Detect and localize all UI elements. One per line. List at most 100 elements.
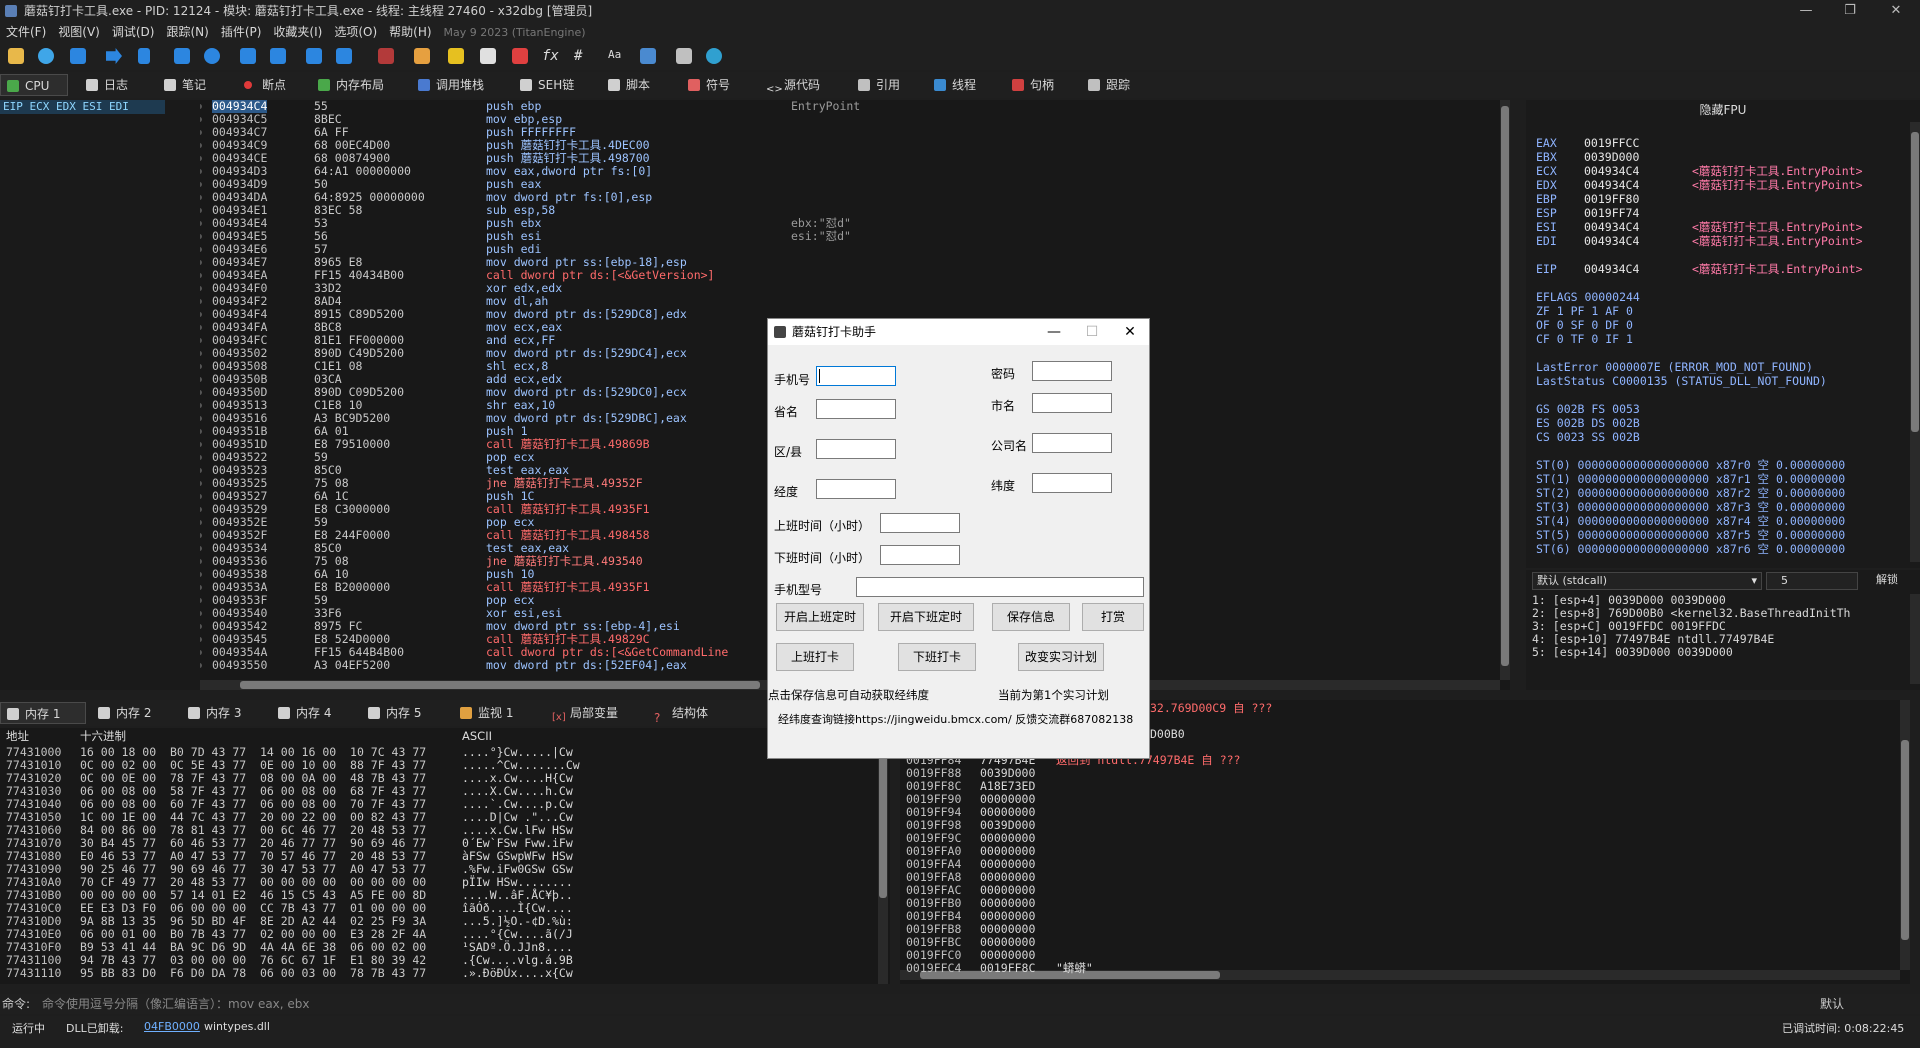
breakpoint-dot[interactable] — [200, 104, 202, 109]
register-row[interactable]: ST(5) 0000000000000000000 x87r5 空 0.0000… — [1536, 528, 1845, 542]
register-row[interactable]: ESI 004934C4 <蘑菇钉打卡工具.EntryPoint> — [1536, 220, 1863, 234]
breakpoint-dot[interactable] — [200, 494, 202, 499]
register-row[interactable]: ES 002B DS 002B — [1536, 416, 1640, 430]
breakpoint-dot[interactable] — [200, 195, 202, 200]
menu-options[interactable]: 选项(O) — [328, 22, 383, 42]
breakpoint-dot[interactable] — [200, 481, 202, 486]
menu-view[interactable]: 视图(V) — [52, 22, 106, 42]
password-input[interactable] — [1032, 361, 1112, 381]
end-timer-button[interactable]: 开启下班定时 — [878, 603, 974, 631]
tab-dump-1[interactable]: 内存 1 — [0, 702, 86, 724]
bookmarks-icon[interactable] — [512, 48, 528, 64]
disasm-row[interactable]: 004934C7 6A FF push FFFFFFFF — [200, 126, 1500, 139]
calculator-icon[interactable] — [676, 48, 692, 64]
tab-dump-3[interactable]: 内存 3 — [182, 702, 268, 724]
clock-out-button[interactable]: 下班打卡 — [898, 643, 976, 671]
stack-hscroll[interactable] — [900, 970, 1900, 980]
register-row[interactable]: ST(3) 0000000000000000000 x87r3 空 0.0000… — [1536, 500, 1845, 514]
step-into-icon[interactable] — [174, 48, 190, 64]
breakpoint-dot[interactable] — [200, 169, 202, 174]
tab-notes[interactable]: 笔记 — [158, 74, 228, 96]
tab-log[interactable]: 日志 — [80, 74, 150, 96]
breakpoint-dot[interactable] — [200, 260, 202, 265]
end-hour-input[interactable] — [880, 545, 960, 565]
tab-references[interactable]: 引用 — [852, 74, 922, 96]
memory-dump[interactable]: 地址 十六进制 ASCII 77431000 16 00 18 00 B0 7D … — [0, 728, 890, 984]
tip-button[interactable]: 打赏 — [1082, 603, 1144, 631]
disasm-row[interactable]: 004934C4 55 push ebp EntryPoint — [200, 100, 1500, 113]
register-row[interactable]: GS 002B FS 0053 — [1536, 402, 1640, 416]
breakpoint-dot[interactable] — [200, 299, 202, 304]
longitude-input[interactable] — [816, 479, 896, 499]
open-icon[interactable] — [8, 48, 24, 64]
register-row[interactable]: EDI 004934C4 <蘑菇钉打卡工具.EntryPoint> — [1536, 234, 1863, 248]
tab-symbols[interactable]: 符号 — [682, 74, 752, 96]
phone-model-input[interactable] — [856, 577, 1144, 597]
tab-script[interactable]: 脚本 — [602, 74, 672, 96]
functions-icon[interactable]: fx — [542, 48, 559, 64]
tab-cpu[interactable]: CPU — [0, 74, 68, 96]
breakpoint-dot[interactable] — [200, 546, 202, 551]
breakpoint-dot[interactable] — [200, 273, 202, 278]
dump-vscroll[interactable] — [878, 728, 888, 984]
tab-handles[interactable]: 句柄 — [1006, 74, 1076, 96]
breakpoint-dot[interactable] — [200, 182, 202, 187]
dump-row[interactable]: 77431110 95 BB 83 D0 F6 D0 DA 78 06 00 03… — [6, 967, 573, 980]
font-icon[interactable]: Aa — [608, 48, 624, 64]
breakpoint-dot[interactable] — [200, 533, 202, 538]
breakpoint-dot[interactable] — [200, 650, 202, 655]
restart-icon[interactable] — [38, 48, 54, 64]
breakpoint-dot[interactable] — [200, 611, 202, 616]
latitude-input[interactable] — [1032, 473, 1112, 493]
breakpoint-dot[interactable] — [200, 468, 202, 473]
unlock-button[interactable]: 解锁 — [1876, 573, 1898, 586]
register-row[interactable]: ST(0) 0000000000000000000 x87r0 空 0.0000… — [1536, 458, 1845, 472]
register-row[interactable]: ST(1) 0000000000000000000 x87r1 空 0.0000… — [1536, 472, 1845, 486]
dialog-close-button[interactable]: ✕ — [1112, 319, 1148, 345]
menu-plugins[interactable]: 插件(P) — [215, 22, 268, 42]
tab-locals[interactable]: [x] 局部变量 — [546, 702, 636, 724]
register-row[interactable]: OF 0 SF 0 DF 0 — [1536, 318, 1633, 332]
tab-trace[interactable]: 跟踪 — [1082, 74, 1152, 96]
breakpoint-dot[interactable] — [200, 130, 202, 135]
district-input[interactable] — [816, 439, 896, 459]
hide-fpu-toggle[interactable]: 隐藏FPU — [1526, 104, 1920, 117]
cheat-icon[interactable] — [706, 48, 722, 64]
pause-icon[interactable] — [138, 48, 150, 64]
breakpoint-dot[interactable] — [200, 442, 202, 447]
tab-dump-2[interactable]: 内存 2 — [92, 702, 178, 724]
command-input[interactable]: 命令使用逗号分隔（像汇编语言）：mov eax, ebx — [42, 994, 310, 1014]
breakpoint-dot[interactable] — [200, 325, 202, 330]
tab-dump-5[interactable]: 内存 5 — [362, 702, 448, 724]
menu-favourites[interactable]: 收藏夹(I) — [267, 22, 328, 42]
breakpoint-dot[interactable] — [200, 520, 202, 525]
labels-icon[interactable] — [480, 48, 496, 64]
start-timer-button[interactable]: 开启上班定时 — [776, 603, 864, 631]
breakpoint-dot[interactable] — [200, 312, 202, 317]
register-row[interactable]: CF 0 TF 0 IF 1 — [1536, 332, 1633, 346]
status-dll-address[interactable]: 04FB0000 — [144, 1020, 200, 1033]
register-row[interactable]: LastStatus C0000135 (STATUS_DLL_NOT_FOUN… — [1536, 374, 1827, 388]
trace-into-icon[interactable] — [240, 48, 256, 64]
register-row[interactable]: ST(6) 0000000000000000000 x87r6 空 0.0000… — [1536, 542, 1845, 556]
tab-breakpoints[interactable]: 断点 — [238, 74, 308, 96]
disasm-row[interactable]: 004934E5 56 push esi esi:"怼d" — [200, 230, 1500, 243]
start-hour-input[interactable] — [880, 513, 960, 533]
register-row[interactable]: EBX 0039D000 — [1536, 150, 1692, 164]
register-row[interactable]: ESP 0019FF74 — [1536, 206, 1692, 220]
stack-vscroll[interactable] — [1900, 700, 1910, 970]
command-mode-select[interactable]: 默认 — [1820, 994, 1844, 1014]
register-row[interactable]: EFLAGS 00000244 — [1536, 290, 1640, 304]
disasm-row[interactable]: 004934C5 8BEC mov ebp,esp — [200, 113, 1500, 126]
register-row[interactable]: EAX 0019FFCC — [1536, 136, 1692, 150]
patch-icon[interactable] — [414, 48, 430, 64]
geo-link-text[interactable]: 经纬度查询链接https://jingweidu.bmcx.com/ 反馈交流群… — [778, 711, 1133, 727]
breakpoint-dot[interactable] — [200, 507, 202, 512]
menu-trace[interactable]: 跟踪(N) — [160, 22, 214, 42]
breakpoint-dot[interactable] — [200, 598, 202, 603]
tab-threads[interactable]: 线程 — [928, 74, 998, 96]
arg-count-spinner[interactable]: 5 — [1766, 572, 1858, 590]
breakpoint-dot[interactable] — [200, 156, 202, 161]
disasm-vscroll[interactable] — [1500, 100, 1510, 680]
breakpoint-dot[interactable] — [200, 221, 202, 226]
